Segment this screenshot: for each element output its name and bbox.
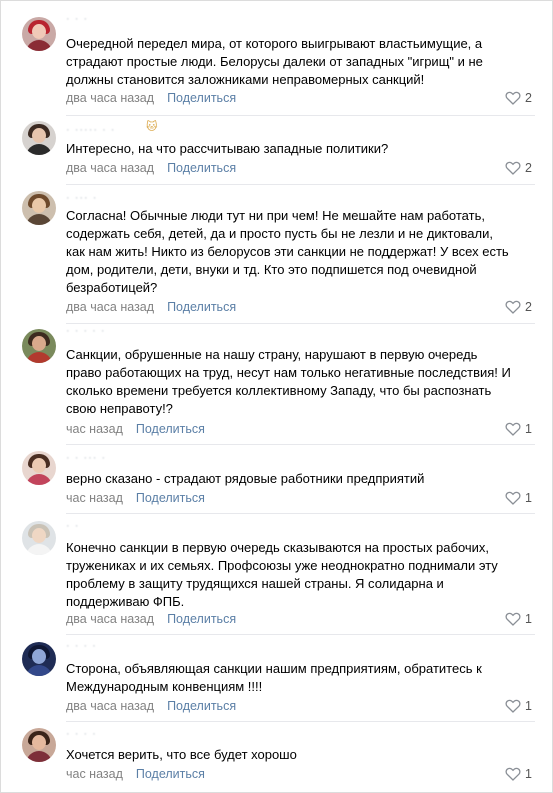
- comment-text: Сторона, объявляющая санкции нашим предп…: [66, 661, 482, 694]
- author-name[interactable]: · · ·: [66, 13, 88, 25]
- comment-text: Очередной передел мира, от которого выиг…: [66, 36, 483, 87]
- avatar-face-shape: [32, 458, 46, 473]
- comment-time-link[interactable]: два часа назад: [66, 91, 154, 105]
- comment-time-link[interactable]: два часа назад: [66, 300, 154, 314]
- like-button[interactable]: 1: [505, 698, 532, 714]
- comment-meta: час назад Поделиться: [66, 490, 205, 506]
- like-button[interactable]: 2: [505, 299, 532, 315]
- comment-separator: [66, 115, 535, 116]
- heart-outline-icon: [505, 767, 521, 781]
- like-button[interactable]: 1: [505, 611, 532, 627]
- comment-text: Хочется верить, что все будет хорошо: [66, 747, 297, 762]
- comment-text: Санкции, обрушенные на нашу страну, нару…: [66, 347, 511, 416]
- author-name[interactable]: · ··· ·: [66, 192, 97, 204]
- avatar[interactable]: [22, 17, 56, 51]
- comment-time-link[interactable]: два часа назад: [66, 699, 154, 713]
- comment-time-link[interactable]: два часа назад: [66, 161, 154, 175]
- avatar[interactable]: [22, 451, 56, 485]
- avatar-face-shape: [32, 528, 46, 543]
- heart-outline-icon: [505, 300, 521, 314]
- avatar-body-shape: [26, 214, 52, 225]
- like-count: 2: [525, 91, 532, 105]
- like-button[interactable]: 1: [505, 421, 532, 437]
- avatar-face-shape: [32, 198, 46, 213]
- comment-meta: два часа назад Поделиться: [66, 698, 236, 714]
- comment-separator: [66, 634, 535, 635]
- comment-text: Согласна! Обычные люди тут ни при чем! Н…: [66, 208, 509, 295]
- author-name[interactable]: · · · ·: [66, 728, 97, 740]
- like-count: 1: [525, 612, 532, 626]
- avatar-face-shape: [32, 735, 46, 750]
- like-button[interactable]: 1: [505, 766, 532, 782]
- comment-separator: [66, 323, 535, 324]
- avatar-body-shape: [26, 40, 52, 51]
- avatar-body-shape: [26, 352, 52, 363]
- avatar-body-shape: [26, 474, 52, 485]
- avatar-body-shape: [26, 144, 52, 155]
- avatar-face-shape: [32, 24, 46, 39]
- avatar[interactable]: [22, 121, 56, 155]
- comment-text: верно сказано - страдают рядовые работни…: [66, 471, 425, 486]
- share-link[interactable]: Поделиться: [136, 491, 205, 505]
- like-button[interactable]: 1: [505, 490, 532, 506]
- share-link[interactable]: Поделиться: [167, 699, 236, 713]
- like-count: 1: [525, 422, 532, 436]
- comment-meta: два часа назад Поделиться: [66, 299, 236, 315]
- cat-emoji-icon: 🐱: [146, 121, 158, 133]
- like-button[interactable]: 2: [505, 90, 532, 106]
- comment-meta: час назад Поделиться: [66, 766, 205, 782]
- share-link[interactable]: Поделиться: [167, 161, 236, 175]
- like-count: 1: [525, 767, 532, 781]
- author-name[interactable]: · · ··· ·: [66, 452, 106, 464]
- avatar-face-shape: [32, 336, 46, 351]
- heart-outline-icon: [505, 612, 521, 626]
- comment-text: Конечно санкции в первую очередь сказыва…: [66, 540, 498, 609]
- author-name[interactable]: · · · ·: [66, 640, 97, 652]
- avatar-body-shape: [26, 665, 52, 676]
- avatar-face-shape: [32, 649, 46, 664]
- author-name[interactable]: · ····· · ·: [66, 124, 115, 136]
- heart-outline-icon: [505, 91, 521, 105]
- comment-meta: час назад Поделиться: [66, 421, 205, 437]
- avatar-body-shape: [26, 544, 52, 555]
- author-name[interactable]: · ·: [66, 520, 79, 532]
- comment-meta: два часа назад Поделиться: [66, 90, 236, 106]
- heart-outline-icon: [505, 161, 521, 175]
- comment-text: Интересно, на что рассчитываю западные п…: [66, 141, 389, 156]
- comment-separator: [66, 721, 535, 722]
- comment-separator: [66, 444, 535, 445]
- like-count: 2: [525, 161, 532, 175]
- share-link[interactable]: Поделиться: [167, 91, 236, 105]
- comment-meta: два часа назад Поделиться: [66, 160, 236, 176]
- avatar-face-shape: [32, 128, 46, 143]
- avatar[interactable]: [22, 329, 56, 363]
- like-count: 1: [525, 491, 532, 505]
- like-button[interactable]: 2: [505, 160, 532, 176]
- avatar[interactable]: [22, 521, 56, 555]
- comment-separator: [66, 513, 535, 514]
- comment-time-link[interactable]: два часа назад: [66, 612, 154, 626]
- comment-separator: [66, 184, 535, 185]
- share-link[interactable]: Поделиться: [136, 422, 205, 436]
- comment-time-link[interactable]: час назад: [66, 767, 123, 781]
- heart-outline-icon: [505, 491, 521, 505]
- comment-time-link[interactable]: час назад: [66, 422, 123, 436]
- share-link[interactable]: Поделиться: [167, 300, 236, 314]
- heart-outline-icon: [505, 422, 521, 436]
- like-count: 1: [525, 699, 532, 713]
- comment-meta: два часа назад Поделиться: [66, 611, 236, 627]
- heart-outline-icon: [505, 699, 521, 713]
- share-link[interactable]: Поделиться: [167, 612, 236, 626]
- comment-time-link[interactable]: час назад: [66, 491, 123, 505]
- avatar[interactable]: [22, 728, 56, 762]
- avatar[interactable]: [22, 642, 56, 676]
- like-count: 2: [525, 300, 532, 314]
- share-link[interactable]: Поделиться: [136, 767, 205, 781]
- author-name[interactable]: · · · · ·: [66, 325, 106, 337]
- avatar[interactable]: [22, 191, 56, 225]
- avatar-body-shape: [26, 751, 52, 762]
